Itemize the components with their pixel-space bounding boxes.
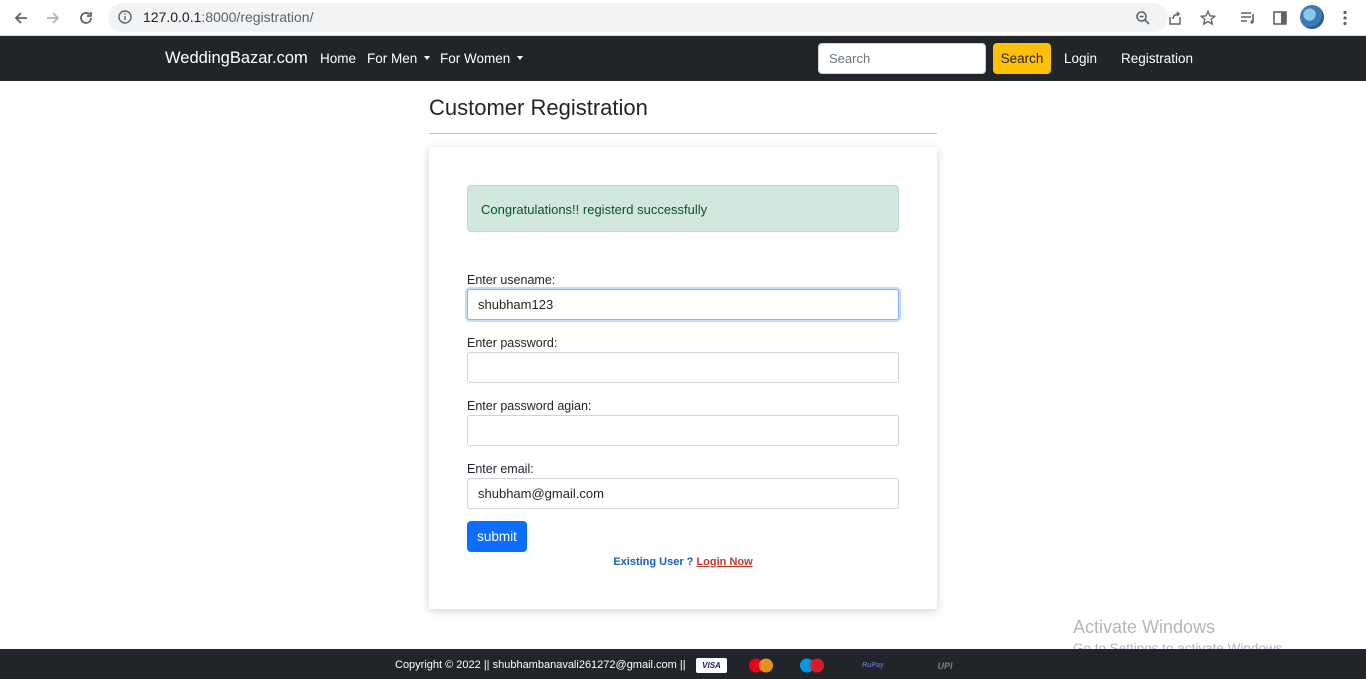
share-icon[interactable] (1165, 8, 1185, 28)
forward-icon[interactable] (41, 6, 65, 30)
upi-logo: UPI (937, 660, 953, 671)
username-field[interactable] (467, 289, 899, 320)
nav-for-men-dropdown[interactable]: For Men (367, 51, 431, 66)
side-panel-icon[interactable] (1268, 6, 1292, 30)
visa-logo: VISA (696, 658, 727, 673)
reading-list-icon[interactable] (1236, 6, 1260, 30)
profile-avatar[interactable] (1300, 5, 1324, 29)
info-icon[interactable] (118, 10, 132, 29)
browser-toolbar: 127.0.0.1:8000/registration/ (0, 0, 1366, 36)
chevron-down-icon (517, 56, 524, 60)
back-icon[interactable] (9, 6, 33, 30)
username-label: Enter usename: (467, 273, 556, 287)
zoom-icon[interactable] (1133, 8, 1153, 28)
login-now-link[interactable]: Login Now (696, 556, 752, 568)
site-navbar: WeddingBazar.com Home For Men For Women … (0, 36, 1366, 81)
url-path: :8000/registration/ (201, 9, 314, 25)
email-field[interactable] (467, 478, 899, 509)
brand-link[interactable]: WeddingBazar.com (165, 49, 308, 68)
nav-home[interactable]: Home (320, 51, 356, 66)
bookmark-star-icon[interactable] (1198, 8, 1218, 28)
nav-registration[interactable]: Registration (1121, 51, 1193, 66)
password-label: Enter password: (467, 336, 558, 350)
nav-for-men-label: For Men (367, 51, 418, 66)
copyright-text: Copyright © 2022 || shubhambanavali26127… (395, 659, 686, 671)
url-text: 127.0.0.1:8000/registration/ (143, 9, 313, 25)
confirm-password-field[interactable] (467, 415, 899, 446)
site-footer: Copyright © 2022 || shubhambanavali26127… (0, 649, 1366, 679)
search-input[interactable] (818, 43, 986, 74)
chevron-down-icon (424, 56, 431, 60)
success-alert: Congratulations!! registerd successfully (467, 185, 899, 232)
confirm-password-label: Enter password agian: (467, 399, 592, 413)
submit-button[interactable]: submit (467, 521, 527, 552)
reload-icon[interactable] (74, 6, 98, 30)
more-menu-icon[interactable] (1333, 6, 1357, 30)
nav-for-women-label: For Women (440, 51, 511, 66)
search-button[interactable]: Search (993, 43, 1051, 74)
nav-for-women-dropdown[interactable]: For Women (440, 51, 524, 66)
rupay-logo: RuPay (862, 662, 884, 669)
address-bar[interactable]: 127.0.0.1:8000/registration/ (108, 3, 1216, 32)
mastercard-logo (744, 658, 778, 673)
maestro-logo (796, 658, 828, 673)
activate-windows-title: Activate Windows (1073, 617, 1216, 637)
password-field[interactable] (467, 352, 899, 383)
existing-user-text: Existing User ? (613, 556, 694, 568)
existing-user-line: Existing User ? Login Now (429, 556, 937, 568)
registration-form-card: Congratulations!! registerd successfully… (429, 147, 937, 609)
page-title: Customer Registration (429, 95, 648, 120)
divider (429, 133, 937, 134)
email-label: Enter email: (467, 462, 534, 476)
url-host: 127.0.0.1 (143, 9, 202, 25)
nav-login[interactable]: Login (1064, 51, 1097, 66)
